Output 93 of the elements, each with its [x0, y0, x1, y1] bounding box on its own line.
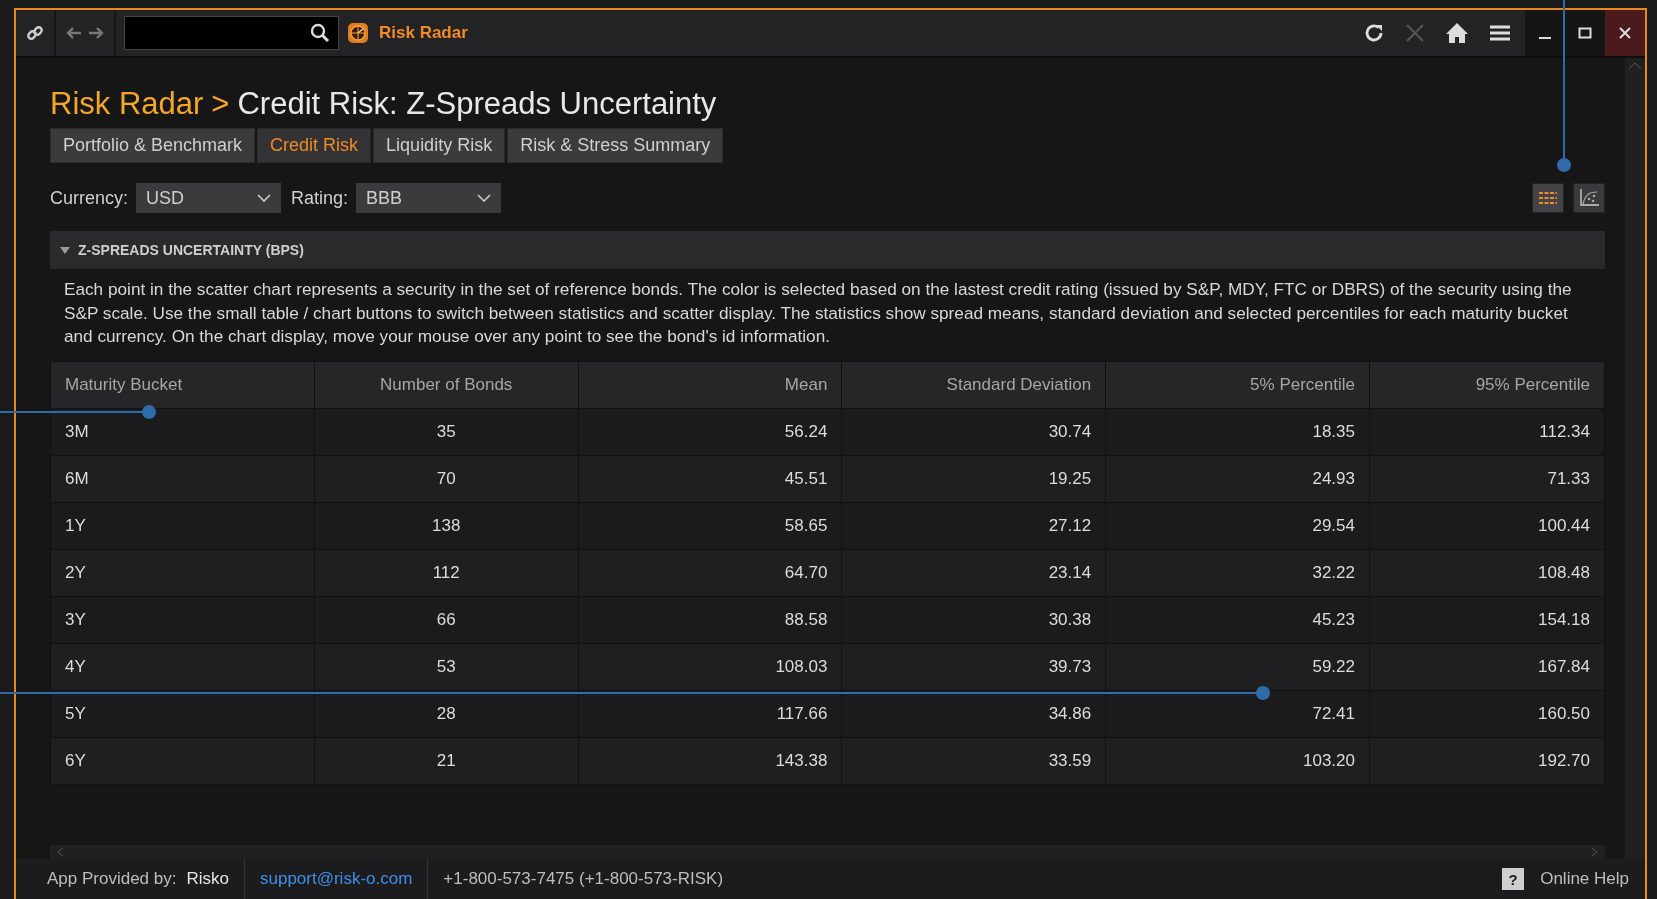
phone-number: +1-800-573-7475 (+1-800-573-RISK)	[443, 869, 724, 889]
link-icon[interactable]	[26, 24, 44, 42]
table-cell: 167.84	[1369, 643, 1605, 690]
table-cell: 21	[314, 737, 579, 784]
refresh-icon[interactable]	[1363, 22, 1385, 44]
table-cell: 35	[314, 408, 579, 455]
table-cell: 192.70	[1369, 737, 1605, 784]
maximize-icon[interactable]	[1578, 26, 1592, 40]
table-cell: 4Y	[50, 643, 315, 690]
breadcrumb-separator: >	[211, 86, 230, 122]
table-cell: 64.70	[578, 549, 842, 596]
table-cell: 34.86	[841, 690, 1106, 737]
table-cell: 100.44	[1369, 502, 1605, 549]
table-cell: 72.41	[1105, 690, 1370, 737]
table-cell: 18.35	[1105, 408, 1370, 455]
table-cell: 160.50	[1369, 690, 1605, 737]
table-cell: 6M	[50, 455, 315, 502]
table-cell: 143.38	[578, 737, 842, 784]
page-title: Credit Risk: Z-Spreads Uncertainty	[237, 86, 717, 122]
search-icon[interactable]	[310, 23, 330, 43]
email-link[interactable]: support@risk-o.com	[260, 869, 413, 889]
scatter-chart-icon	[1579, 189, 1599, 207]
table-cell: 39.73	[841, 643, 1106, 690]
table-cell: 103.20	[1105, 737, 1370, 784]
search-field[interactable]	[124, 16, 339, 50]
table-cell: 3M	[50, 408, 315, 455]
column-header[interactable]: 5% Percentile	[1105, 361, 1370, 408]
back-arrow-icon[interactable]	[66, 27, 82, 39]
column-header[interactable]: Standard Deviation	[841, 361, 1106, 408]
table-cell: 3Y	[50, 596, 315, 643]
table-cell: 33.59	[841, 737, 1106, 784]
table-cell: 112.34	[1369, 408, 1605, 455]
table-cell: 24.93	[1105, 455, 1370, 502]
description-text: Each point in the scatter chart represents a security in the set of reference bonds. The color is selected based on the lastest credit rating (issued by S&P, MDY, FTC or DBRS) of the security using the S&P scale. Use the small table / chart buttons to switch between statistics and scatter display. The statistics show spread means, standard deviation and selected percentiles for each maturity bucket and currency. On the chart display, move your mouse over any point to see the bond's id information.	[63, 278, 1573, 348]
table-cell: 28	[314, 690, 579, 737]
table-cell: 112	[314, 549, 579, 596]
filter-label: Rating:	[291, 187, 349, 209]
section-header[interactable]: Z-SPREADS UNCERTAINTY (BPS)	[50, 231, 1605, 269]
close-button[interactable]	[1605, 10, 1645, 56]
chart-view-button[interactable]	[1573, 183, 1605, 213]
table-cell: 70	[314, 455, 579, 502]
column-header[interactable]: Maturity Bucket	[50, 361, 315, 408]
table-cell: 58.65	[578, 502, 842, 549]
tab[interactable]: Credit Risk	[257, 128, 372, 163]
radar-icon	[347, 22, 369, 44]
table-view-icon	[1539, 191, 1557, 205]
online-help-link[interactable]: Online Help	[1540, 869, 1629, 889]
table-cell: 88.58	[578, 596, 842, 643]
table-cell: 56.24	[578, 408, 842, 455]
table-cell: 27.12	[841, 502, 1106, 549]
table-view-button[interactable]	[1532, 183, 1564, 213]
table-cell: 30.74	[841, 408, 1106, 455]
menu-icon[interactable]	[1489, 24, 1511, 42]
triangle-down-icon	[60, 245, 70, 255]
table-cell: 108.03	[578, 643, 842, 690]
tab[interactable]: Portfolio & Benchmark	[50, 128, 256, 163]
chevron-down-icon	[257, 194, 272, 202]
provider-name: Risko	[186, 869, 229, 889]
provider-label: App Provided by:	[47, 869, 177, 889]
table-cell: 154.18	[1369, 596, 1605, 643]
table-cell: 29.54	[1105, 502, 1370, 549]
table-cell: 138	[314, 502, 579, 549]
help-icon[interactable]: ?	[1502, 868, 1525, 890]
table-cell: 5Y	[50, 690, 315, 737]
tab[interactable]: Liquidity Risk	[373, 128, 506, 163]
app-title: Risk Radar	[50, 86, 204, 122]
table-cell: 6Y	[50, 737, 315, 784]
vertical-scrollbar[interactable]	[1625, 58, 1645, 859]
chevron-down-icon	[477, 194, 492, 202]
column-header[interactable]: Mean	[578, 361, 842, 408]
table-cell: 53	[314, 643, 579, 690]
column-header[interactable]: Number of Bonds	[314, 361, 579, 408]
column-header[interactable]: 95% Percentile	[1369, 361, 1605, 408]
tab[interactable]: Risk & Stress Summary	[507, 128, 724, 163]
table-cell: 59.22	[1105, 643, 1370, 690]
table-cell: 1Y	[50, 502, 315, 549]
app-name: Risk Radar	[379, 23, 468, 43]
table-cell: 23.14	[841, 549, 1106, 596]
filter-label: Currency:	[50, 187, 129, 209]
home-icon[interactable]	[1445, 22, 1469, 44]
table-cell: 45.23	[1105, 596, 1370, 643]
dropdown[interactable]: BBB	[356, 183, 502, 213]
table-cell: 30.38	[841, 596, 1106, 643]
dropdown[interactable]: USD	[136, 183, 282, 213]
table-cell: 66	[314, 596, 579, 643]
table-cell: 71.33	[1369, 455, 1605, 502]
table-cell: 108.48	[1369, 549, 1605, 596]
table-cell: 45.51	[578, 455, 842, 502]
table-cell: 32.22	[1105, 549, 1370, 596]
table-cell: 117.66	[578, 690, 842, 737]
table-cell: 19.25	[841, 455, 1106, 502]
forward-arrow-icon[interactable]	[88, 27, 104, 39]
table-cell: 2Y	[50, 549, 315, 596]
